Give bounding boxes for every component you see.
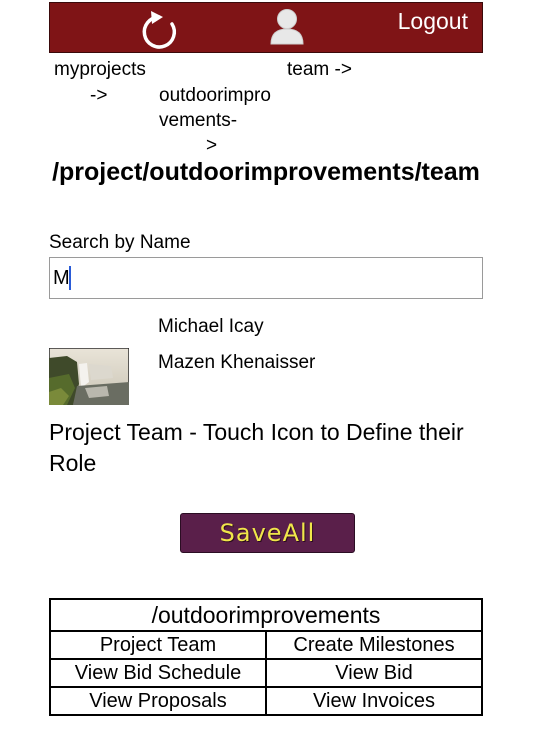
- breadcrumb-arrow: >: [206, 135, 218, 156]
- search-result-name[interactable]: Mazen Khenaisser: [158, 350, 315, 375]
- nav-create-milestones[interactable]: Create Milestones: [265, 630, 483, 660]
- nav-view-bid[interactable]: View Bid: [265, 658, 483, 688]
- header-bar: Logout: [49, 2, 483, 53]
- breadcrumb-team[interactable]: team ->: [287, 57, 352, 82]
- save-all-button[interactable]: SaveAll: [180, 513, 355, 553]
- logout-link[interactable]: Logout: [398, 7, 468, 35]
- nav-project-team[interactable]: Project Team: [49, 630, 267, 660]
- page-title: /project/outdoorimprovements/team: [52, 158, 480, 186]
- page: Logout myprojects -> outdoorimprovements…: [0, 0, 536, 729]
- breadcrumb-arrow: ->: [90, 85, 108, 106]
- breadcrumb-outdoorimprovements[interactable]: outdoorimprovements-: [159, 83, 271, 133]
- search-label: Search by Name: [49, 232, 191, 253]
- search-result-name[interactable]: Michael Icay: [158, 314, 264, 339]
- project-team-heading: Project Team - Touch Icon to Define thei…: [49, 419, 464, 476]
- text-caret: [69, 266, 71, 290]
- refresh-icon[interactable]: [137, 9, 181, 51]
- nav-view-bid-schedule[interactable]: View Bid Schedule: [49, 658, 267, 688]
- breadcrumb-myprojects[interactable]: myprojects: [54, 57, 146, 82]
- project-nav-table: /outdoorimprovements Project Team Create…: [49, 598, 483, 716]
- user-icon[interactable]: [268, 7, 306, 45]
- nav-view-proposals[interactable]: View Proposals: [49, 686, 267, 716]
- search-input[interactable]: [49, 257, 483, 299]
- nav-view-invoices[interactable]: View Invoices: [265, 686, 483, 716]
- nav-project-title[interactable]: /outdoorimprovements: [49, 598, 483, 632]
- member-photo-thumbnail[interactable]: [49, 348, 129, 405]
